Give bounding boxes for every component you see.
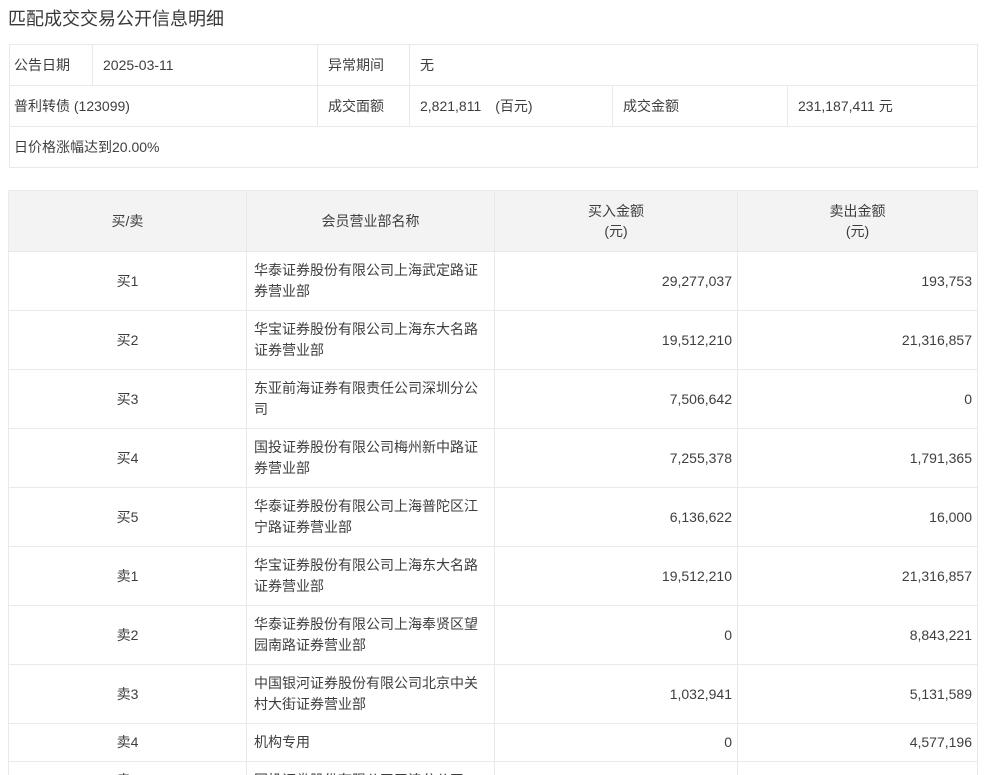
page-title: 匹配成交交易公开信息明细	[0, 0, 984, 30]
face-value: 2,821,811 (百元)	[410, 86, 613, 127]
turnover-value: 231,187,411 元	[788, 86, 978, 127]
table-row: 买3 东亚前海证券有限责任公司深圳分公司 7,506,642 0	[9, 370, 978, 429]
trade-table: 买/卖 会员营业部名称 买入金额 (元) 卖出金额 (元) 买1 华泰证券股份有…	[8, 190, 978, 775]
row-buy-amount: 7,506,642	[495, 370, 738, 429]
row-side-label: 买1	[9, 252, 247, 311]
row-buy-amount: 19,512,210	[495, 311, 738, 370]
column-header-sell-amount: 卖出金额 (元)	[738, 191, 978, 252]
price-limit-note: 日价格涨幅达到20.00%	[10, 127, 978, 168]
row-sell-amount: 4,493,372	[738, 762, 978, 775]
abnormal-period-value: 无	[410, 45, 978, 86]
row-member-name: 国投证券股份有限公司梅州新中路证券营业部	[247, 429, 495, 488]
row-member-name: 机构专用	[247, 724, 495, 762]
row-member-name: 中国银河证券股份有限公司北京中关村大街证券营业部	[247, 665, 495, 724]
turnover-label: 成交金额	[613, 86, 788, 127]
row-buy-amount: 19,512,210	[495, 547, 738, 606]
row-member-name: 国投证券股份有限公司天津分公司	[247, 762, 495, 775]
announce-date-label: 公告日期	[10, 45, 93, 86]
row-sell-amount: 1,791,365	[738, 429, 978, 488]
row-buy-amount: 0	[495, 606, 738, 665]
row-member-name: 华泰证券股份有限公司上海武定路证券营业部	[247, 252, 495, 311]
row-sell-amount: 21,316,857	[738, 547, 978, 606]
security-name: 普利转债 (123099)	[10, 86, 318, 127]
table-row: 买2 华宝证券股份有限公司上海东大名路证券营业部 19,512,210 21,3…	[9, 311, 978, 370]
row-side-label: 卖4	[9, 724, 247, 762]
table-row: 买4 国投证券股份有限公司梅州新中路证券营业部 7,255,378 1,791,…	[9, 429, 978, 488]
row-sell-amount: 8,843,221	[738, 606, 978, 665]
summary-table: 公告日期 2025-03-11 异常期间 无 普利转债 (123099) 成交面…	[9, 44, 978, 168]
row-side-label: 卖5	[9, 762, 247, 775]
trade-table-body: 买1 华泰证券股份有限公司上海武定路证券营业部 29,277,037 193,7…	[9, 252, 978, 775]
row-side-label: 买5	[9, 488, 247, 547]
summary-row-note: 日价格涨幅达到20.00%	[10, 127, 978, 168]
summary-row-date: 公告日期 2025-03-11 异常期间 无	[10, 45, 978, 86]
row-member-name: 华泰证券股份有限公司上海普陀区江宁路证券营业部	[247, 488, 495, 547]
row-side-label: 卖3	[9, 665, 247, 724]
row-side-label: 买3	[9, 370, 247, 429]
trade-table-header-row: 买/卖 会员营业部名称 买入金额 (元) 卖出金额 (元)	[9, 191, 978, 252]
row-side-label: 卖1	[9, 547, 247, 606]
column-header-buy-amount: 买入金额 (元)	[495, 191, 738, 252]
table-row: 卖3 中国银河证券股份有限公司北京中关村大街证券营业部 1,032,941 5,…	[9, 665, 978, 724]
row-member-name: 华泰证券股份有限公司上海奉贤区望园南路证券营业部	[247, 606, 495, 665]
announce-date-value: 2025-03-11	[93, 45, 318, 86]
row-sell-amount: 5,131,589	[738, 665, 978, 724]
row-buy-amount: 1,032,941	[495, 665, 738, 724]
table-row: 卖1 华宝证券股份有限公司上海东大名路证券营业部 19,512,210 21,3…	[9, 547, 978, 606]
row-buy-amount: 6,136,622	[495, 488, 738, 547]
column-header-member: 会员营业部名称	[247, 191, 495, 252]
row-member-name: 华宝证券股份有限公司上海东大名路证券营业部	[247, 547, 495, 606]
row-member-name: 东亚前海证券有限责任公司深圳分公司	[247, 370, 495, 429]
row-sell-amount: 21,316,857	[738, 311, 978, 370]
row-sell-amount: 0	[738, 370, 978, 429]
row-buy-amount: 0	[495, 762, 738, 775]
row-side-label: 买2	[9, 311, 247, 370]
table-row: 买5 华泰证券股份有限公司上海普陀区江宁路证券营业部 6,136,622 16,…	[9, 488, 978, 547]
column-header-side: 买/卖	[9, 191, 247, 252]
table-row: 卖4 机构专用 0 4,577,196	[9, 724, 978, 762]
summary-row-security: 普利转债 (123099) 成交面额 2,821,811 (百元) 成交金额 2…	[10, 86, 978, 127]
row-buy-amount: 29,277,037	[495, 252, 738, 311]
row-sell-amount: 193,753	[738, 252, 978, 311]
row-buy-amount: 7,255,378	[495, 429, 738, 488]
table-row: 买1 华泰证券股份有限公司上海武定路证券营业部 29,277,037 193,7…	[9, 252, 978, 311]
abnormal-period-label: 异常期间	[318, 45, 410, 86]
row-buy-amount: 0	[495, 724, 738, 762]
table-row: 卖2 华泰证券股份有限公司上海奉贤区望园南路证券营业部 0 8,843,221	[9, 606, 978, 665]
row-sell-amount: 16,000	[738, 488, 978, 547]
row-side-label: 买4	[9, 429, 247, 488]
row-sell-amount: 4,577,196	[738, 724, 978, 762]
table-row: 卖5 国投证券股份有限公司天津分公司 0 4,493,372	[9, 762, 978, 775]
row-side-label: 卖2	[9, 606, 247, 665]
row-member-name: 华宝证券股份有限公司上海东大名路证券营业部	[247, 311, 495, 370]
face-value-label: 成交面额	[318, 86, 410, 127]
